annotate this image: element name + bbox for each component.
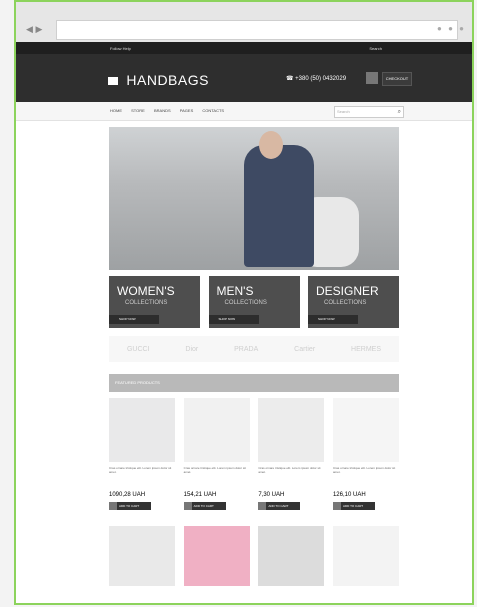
address-bar[interactable] xyxy=(56,20,458,40)
product-price: 7,30 UAH xyxy=(258,492,285,498)
top-bar: Follow Help Search xyxy=(16,42,472,54)
menu-item-brands[interactable]: BRANDS xyxy=(154,108,171,113)
add-to-cart-label: ADD TO CART xyxy=(193,504,214,508)
hero-person-head xyxy=(259,131,283,159)
bag-icon xyxy=(108,77,118,86)
menu-item-store[interactable]: STORE xyxy=(131,108,145,113)
product-description: Cras ornare tristique elit. Lorem ipsum … xyxy=(183,466,246,474)
category-designer[interactable]: DESIGNER COLLECTIONS SHOP NOW xyxy=(308,276,399,328)
category-subtitle: COLLECTIONS xyxy=(224,300,267,306)
add-to-cart-label: ADD TO CART xyxy=(268,504,289,508)
phone-number: ☎ +380 (50) 0432029 xyxy=(286,75,346,82)
category-subtitle: COLLECTIONS xyxy=(324,300,367,306)
search-icon[interactable]: ⌕ xyxy=(398,107,401,117)
product-image[interactable] xyxy=(258,398,325,462)
menu-item-pages[interactable]: PAGES xyxy=(180,108,194,113)
category-subtitle: COLLECTIONS xyxy=(125,300,168,306)
topbar-left-text[interactable]: Follow Help xyxy=(110,46,131,51)
cart-icon xyxy=(258,502,267,510)
phone-icon: ☎ xyxy=(286,76,294,82)
add-to-cart-button[interactable]: ADD TO CART xyxy=(183,502,226,510)
add-to-cart-label: ADD TO CART xyxy=(342,504,364,508)
product-description: Cras ornare tristique elit. Lorem ipsum … xyxy=(258,466,321,474)
product-image[interactable] xyxy=(109,398,175,462)
menu-item-contacts[interactable]: CONTACTS xyxy=(202,108,224,113)
category-title: DESIGNER xyxy=(316,284,379,298)
shop-now-button[interactable]: SHOP NOW xyxy=(308,315,358,324)
phone-text: +380 (50) 0432029 xyxy=(295,76,347,82)
product-image[interactable] xyxy=(183,526,250,586)
logo[interactable]: HANDBAGS xyxy=(108,72,209,88)
products-row-1: Cras ornare tristique elit. Lorem ipsum … xyxy=(109,398,399,510)
nav-arrows[interactable]: ◀ ▶ xyxy=(26,24,42,35)
add-to-cart-button[interactable]: ADD TO CART xyxy=(258,502,301,510)
forward-arrow-icon[interactable]: ▶ xyxy=(35,24,42,34)
product-card[interactable] xyxy=(109,526,175,586)
product-price: 154,21 UAH xyxy=(183,492,217,498)
cart-icon xyxy=(109,502,117,510)
product-card[interactable]: Cras ornare tristique elit. Lorem ipsum … xyxy=(258,398,325,510)
hero-banner[interactable] xyxy=(109,127,399,270)
add-to-cart-button[interactable]: ADD TO CART xyxy=(332,502,375,510)
product-image[interactable] xyxy=(109,526,175,586)
shop-now-button[interactable]: SHOP NOW xyxy=(109,315,159,324)
product-image[interactable] xyxy=(258,526,325,586)
menu-items: HOME STORE BRANDS PAGES CONTACTS xyxy=(110,108,232,113)
shop-now-button[interactable]: SHOP NOW xyxy=(208,315,259,324)
product-image[interactable] xyxy=(332,526,399,586)
checkout-button[interactable]: CHECKOUT xyxy=(382,72,412,86)
search-placeholder: Search xyxy=(337,109,350,114)
category-title: MEN'S xyxy=(216,284,254,298)
add-to-cart-label: ADD TO CART xyxy=(119,504,140,508)
product-card[interactable] xyxy=(332,526,399,586)
hero-person xyxy=(244,145,314,267)
main-nav: HOME STORE BRANDS PAGES CONTACTS Search … xyxy=(16,102,472,121)
product-card[interactable]: Cras ornare tristique elit. Lorem ipsum … xyxy=(109,398,175,510)
add-to-cart-button[interactable]: ADD TO CART xyxy=(109,502,151,510)
brand-logo-gucci[interactable]: GUCCI xyxy=(127,346,150,353)
brand-logo-hermes[interactable]: HERMES xyxy=(351,346,381,353)
product-card[interactable] xyxy=(258,526,325,586)
brand-strip: GUCCI Dior PRADA Cartier HERMES xyxy=(109,336,399,362)
product-image[interactable] xyxy=(183,398,250,462)
product-description: Cras ornare tristique elit. Lorem ipsum … xyxy=(332,466,396,474)
featured-header: FEATURED PRODUCTS xyxy=(109,374,399,392)
cart-icon xyxy=(183,502,192,510)
product-card[interactable]: Cras ornare tristique elit. Lorem ipsum … xyxy=(183,398,250,510)
cart-icon xyxy=(332,502,341,510)
category-womens[interactable]: WOMEN'S COLLECTIONS SHOP NOW xyxy=(109,276,200,328)
products-row-2 xyxy=(109,526,399,586)
brand-logo-prada[interactable]: PRADA xyxy=(234,346,258,353)
product-card[interactable] xyxy=(183,526,250,586)
category-banners: WOMEN'S COLLECTIONS SHOP NOW MEN'S COLLE… xyxy=(109,276,399,328)
brand-logo-cartier[interactable]: Cartier xyxy=(294,346,315,353)
browser-frame: ◀ ▶ ● ● ● Follow Help Search HANDBAGS ☎ … xyxy=(14,0,474,605)
topbar-right-text[interactable]: Search xyxy=(369,46,382,51)
product-price: 1090,28 UAH xyxy=(109,492,146,498)
brand-logo-dior[interactable]: Dior xyxy=(185,346,198,353)
menu-item-home[interactable]: HOME xyxy=(110,108,122,113)
category-mens[interactable]: MEN'S COLLECTIONS SHOP NOW xyxy=(208,276,300,328)
main-content: WOMEN'S COLLECTIONS SHOP NOW MEN'S COLLE… xyxy=(109,127,399,586)
product-card[interactable]: Cras ornare tristique elit. Lorem ipsum … xyxy=(332,398,399,510)
search-input[interactable]: Search ⌕ xyxy=(334,106,404,118)
browser-toolbar: ◀ ▶ ● ● ● xyxy=(16,2,472,42)
back-arrow-icon[interactable]: ◀ xyxy=(26,24,33,34)
site-header: HANDBAGS ☎ +380 (50) 0432029 CHECKOUT xyxy=(16,54,472,102)
category-title: WOMEN'S xyxy=(117,284,175,298)
product-image[interactable] xyxy=(332,398,399,462)
product-price: 126,10 UAH xyxy=(332,492,366,498)
cart-icon[interactable] xyxy=(366,72,378,84)
product-description: Cras ornare tristique elit. Lorem ipsum … xyxy=(109,466,172,474)
window-controls[interactable]: ● ● ● xyxy=(437,24,466,33)
logo-text: HANDBAGS xyxy=(126,72,209,88)
